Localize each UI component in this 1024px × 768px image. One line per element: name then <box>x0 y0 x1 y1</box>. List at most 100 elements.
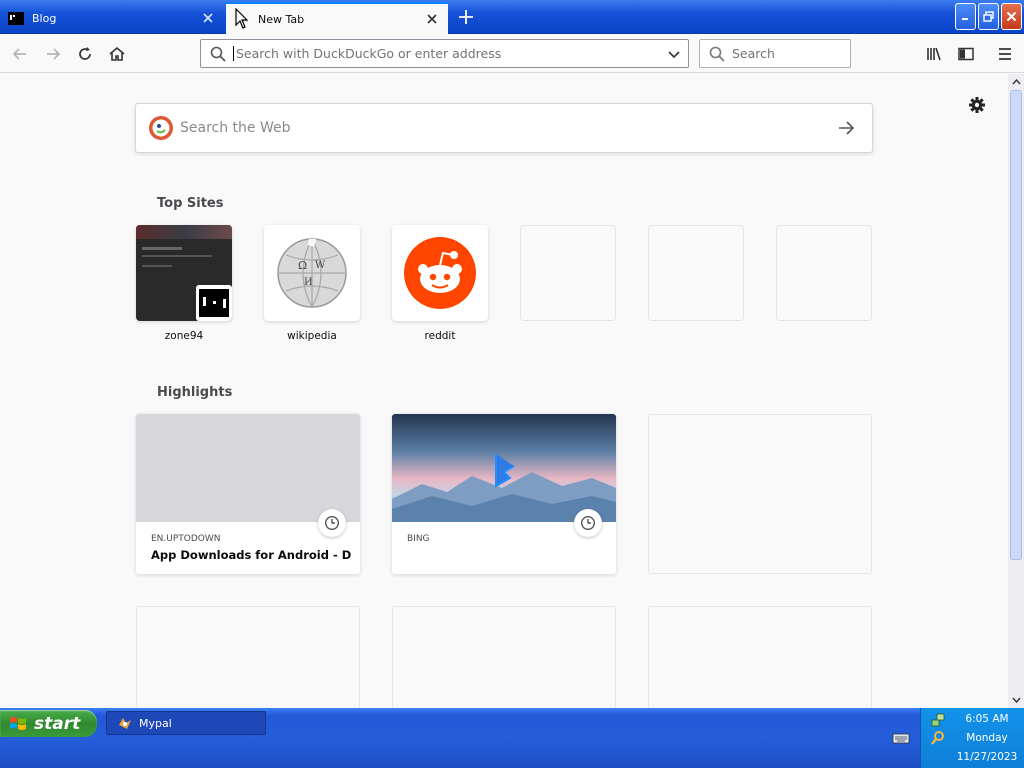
top-sites-heading: Top Sites <box>157 196 224 211</box>
highlight-card[interactable]: BING <box>392 414 616 574</box>
tab-bar: Blog New Tab <box>0 0 1024 34</box>
duckduckgo-icon <box>149 116 173 140</box>
tab-close-button[interactable] <box>422 9 442 29</box>
minimize-icon <box>962 18 968 20</box>
search-input[interactable] <box>726 40 850 67</box>
top-site-thumbnail: Ω W И <box>264 225 360 321</box>
close-window-button[interactable] <box>1001 3 1022 30</box>
system-tray: 6:05 AM Monday 11/27/2023 <box>920 708 1024 768</box>
home-icon <box>109 46 125 61</box>
search-tray-icon[interactable] <box>930 730 946 746</box>
menu-button[interactable] <box>991 40 1019 68</box>
search-icon <box>709 46 725 62</box>
terminal-favicon-icon <box>199 289 229 317</box>
arrow-right-icon <box>839 121 855 135</box>
library-button[interactable] <box>920 40 948 68</box>
top-site-empty[interactable] <box>776 225 872 321</box>
scroll-up-button[interactable] <box>1008 74 1024 90</box>
search-bar[interactable] <box>699 39 851 68</box>
highlights-heading: Highlights <box>157 385 233 400</box>
highlight-placeholder <box>392 606 616 708</box>
search-icon <box>210 46 226 62</box>
reload-button[interactable] <box>71 40 99 68</box>
clock-time: 6:05 AM <box>965 713 1009 725</box>
close-icon <box>1006 11 1017 22</box>
top-site-thumbnail <box>392 225 488 321</box>
top-site-zone94[interactable]: zone94 <box>136 225 232 342</box>
top-site-reddit[interactable]: reddit <box>392 225 488 342</box>
restore-icon <box>983 11 994 22</box>
history-badge <box>574 509 602 537</box>
start-button[interactable]: start <box>0 710 97 737</box>
highlight-title: App Downloads for Android - Do... <box>151 548 351 562</box>
highlight-placeholder <box>648 414 872 574</box>
scroll-down-button[interactable] <box>1008 692 1024 708</box>
start-label: start <box>34 713 81 734</box>
back-icon <box>12 48 26 60</box>
navigation-toolbar <box>0 35 1024 73</box>
home-button[interactable] <box>103 40 131 68</box>
restore-button[interactable] <box>978 3 999 30</box>
highlight-card[interactable]: EN.UPTODOWN App Downloads for Android - … <box>136 414 360 574</box>
url-input[interactable] <box>234 40 660 67</box>
taskbar-item-label: Mypal <box>139 716 172 730</box>
clock-icon <box>580 515 596 531</box>
url-dropdown-button[interactable] <box>660 40 688 68</box>
minimize-button[interactable] <box>955 3 976 30</box>
web-search-box[interactable] <box>135 103 873 153</box>
screenshot-line <box>142 255 212 257</box>
site-favicon <box>196 285 232 321</box>
highlight-image <box>136 414 360 522</box>
new-tab-page: Top Sites zone94 Ω W <box>0 74 1008 708</box>
plus-icon <box>459 10 473 24</box>
svg-text:W: W <box>315 260 326 271</box>
tab-close-button[interactable] <box>198 8 218 28</box>
taskbar-item-mypal[interactable]: Mypal <box>106 711 266 735</box>
close-icon <box>427 14 437 24</box>
web-search-input[interactable] <box>180 108 826 148</box>
menu-icon <box>999 48 1011 60</box>
tab-new-tab[interactable]: New Tab <box>226 2 448 34</box>
sidebar-toggle-button[interactable] <box>952 40 980 68</box>
empty-tile <box>648 225 744 321</box>
wikipedia-globe-icon: Ω W И <box>277 238 347 308</box>
highlight-source: EN.UPTODOWN <box>151 534 221 544</box>
top-site-thumbnail <box>136 225 232 321</box>
top-site-name: wikipedia <box>287 330 337 342</box>
mouse-cursor-icon <box>235 8 249 29</box>
url-bar[interactable] <box>200 39 689 68</box>
arrow-up-icon <box>1011 79 1021 85</box>
close-icon <box>203 13 213 23</box>
network-icon[interactable] <box>930 712 946 728</box>
new-tab-button[interactable] <box>452 4 480 30</box>
reload-icon <box>79 47 91 60</box>
vertical-scrollbar[interactable] <box>1008 74 1024 708</box>
back-button[interactable] <box>6 40 34 68</box>
tab-label: Blog <box>32 11 57 25</box>
forward-button[interactable] <box>39 40 67 68</box>
search-submit-button[interactable] <box>826 108 866 148</box>
clock-icon <box>324 515 340 531</box>
chevron-down-icon <box>668 50 680 58</box>
svg-text:И: И <box>304 277 313 288</box>
reddit-logo-icon <box>404 237 476 309</box>
highlight-placeholder <box>648 606 872 708</box>
windows-flag-icon <box>10 716 26 730</box>
arrow-down-icon <box>1011 697 1021 703</box>
top-site-wikipedia[interactable]: Ω W И wikipedia <box>264 225 360 342</box>
top-site-name: reddit <box>424 330 456 342</box>
keyboard-icon[interactable] <box>892 731 910 745</box>
empty-tile <box>520 225 616 321</box>
scrollbar-thumb[interactable] <box>1010 90 1022 560</box>
screenshot-line <box>142 247 182 250</box>
browser-window: Blog New Tab Search with DuckDuckGo or e… <box>0 0 1024 768</box>
screenshot-line <box>142 265 172 267</box>
tab-blog[interactable]: Blog <box>0 2 224 34</box>
history-badge <box>318 509 346 537</box>
customize-button[interactable] <box>966 94 988 116</box>
windows-taskbar: start Mypal 6:05 AM Monday 11/27/2023 <box>0 708 1024 768</box>
top-site-empty[interactable] <box>520 225 616 321</box>
library-icon <box>927 47 941 61</box>
top-site-empty[interactable] <box>648 225 744 321</box>
forward-icon <box>47 48 61 60</box>
